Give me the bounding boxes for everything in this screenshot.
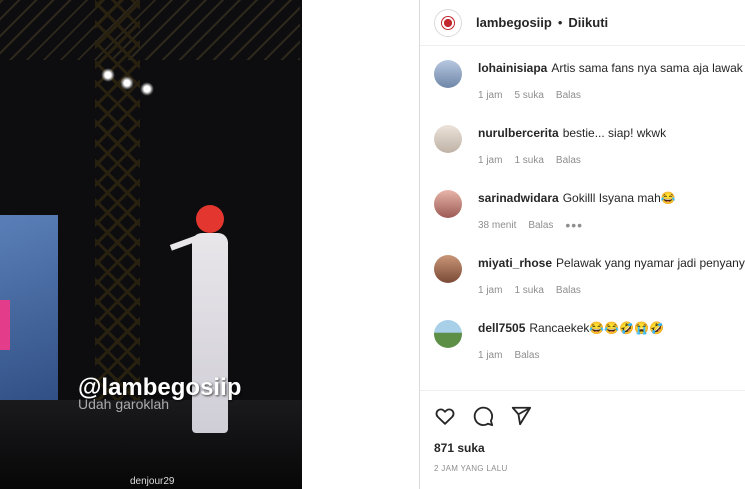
comment-text-row: miyati_rhose Pelawak yang nyamar jadi pen… [478,256,745,270]
post-action-bar: 871 suka 2 JAM YANG LALU [420,390,745,489]
send-icon[interactable] [510,405,532,427]
comment-item: miyati_rhose Pelawak yang nyamar jadi pen… [420,247,745,312]
comment-time: 38 menit [478,220,517,231]
stage-truss [95,0,140,420]
comment-text-row: sarinadwidara Gokilll Isyana mah😂 [478,191,745,205]
comments-list[interactable]: lohainisiapa Artis sama fans nya sama aja… [420,52,745,388]
comment-meta: 1 jam 1 suka Balas [478,155,581,166]
comment-meta: 1 jam 1 suka Balas [478,285,581,296]
action-icons [434,405,532,427]
instagram-post-view: @lambegosiip Udah garoklah denjour29 lam… [0,0,745,489]
stage-screen-accent [0,300,10,350]
video-caption-overlay: Udah garoklah [78,396,170,412]
video-credit: denjour29 [130,476,175,487]
comment-avatar[interactable] [434,190,462,218]
comment-reply-button[interactable]: Balas [556,90,581,101]
comment-text-row: nurulbercerita bestie... siap! wkwk [478,126,745,140]
comment-likes[interactable]: 1 suka [514,285,543,296]
heart-icon[interactable] [434,405,456,427]
header-separator: • [557,15,563,30]
comment-item: sarinadwidara Gokilll Isyana mah😂 38 meni… [420,182,745,247]
comment-text: bestie... siap! wkwk [562,126,667,140]
performer-hair [196,205,224,233]
comment-text: Artis sama fans nya sama aja lawak 🤣 [551,61,745,75]
comment-text: Rancaekek😂😂🤣😭🤣 [529,321,665,335]
stage-truss-top [0,0,300,60]
comment-time: 1 jam [478,285,503,296]
comment-icon[interactable] [472,405,494,427]
post-side-panel: lambegosiip • Diikuti lohainisiapa Artis … [420,0,745,489]
comment-meta: 1 jam Balas [478,350,539,361]
post-username[interactable]: lambegosiip [476,15,552,30]
comment-avatar[interactable] [434,60,462,88]
comment-likes[interactable]: 1 suka [514,155,543,166]
comment-item: lohainisiapa Artis sama fans nya sama aja… [420,52,745,117]
comment-text-row: lohainisiapa Artis sama fans nya sama aja… [478,61,745,75]
comment-item: dell7505 Rancaekek😂😂🤣😭🤣 1 jam Balas [420,312,745,377]
concert-video[interactable]: @lambegosiip Udah garoklah denjour29 [0,0,302,489]
comment-username[interactable]: dell7505 [478,321,525,335]
comment-avatar[interactable] [434,320,462,348]
more-options-icon[interactable]: ••• [565,218,583,232]
post-media[interactable]: @lambegosiip Udah garoklah denjour29 [0,0,302,489]
comment-time: 1 jam [478,155,503,166]
comment-reply-button[interactable]: Balas [514,350,539,361]
profile-avatar[interactable] [434,8,462,37]
comment-likes[interactable]: 5 suka [514,90,543,101]
comment-time: 1 jam [478,90,503,101]
post-timestamp: 2 JAM YANG LALU [434,464,508,473]
comment-item: nurulbercerita bestie... siap! wkwk 1 jam… [420,117,745,182]
comment-time: 1 jam [478,350,503,361]
stage-light [101,68,115,82]
stage-light [120,76,134,90]
comment-avatar[interactable] [434,125,462,153]
comment-avatar[interactable] [434,255,462,283]
post-header: lambegosiip • Diikuti [420,0,745,46]
comment-text-row: dell7505 Rancaekek😂😂🤣😭🤣 [478,321,745,335]
comment-reply-button[interactable]: Balas [556,285,581,296]
profile-logo-icon [441,15,455,30]
comment-meta: 1 jam 5 suka Balas [478,90,581,101]
comment-username[interactable]: sarinadwidara [478,191,559,205]
comment-text: Gokilll Isyana mah😂 [562,191,676,205]
stage-light [140,82,154,96]
performer-outfit [192,233,228,433]
media-background [302,0,420,489]
comment-username[interactable]: nurulbercerita [478,126,559,140]
comment-username[interactable]: lohainisiapa [478,61,547,75]
comment-meta: 38 menit Balas ••• [478,218,583,232]
comment-reply-button[interactable]: Balas [556,155,581,166]
likes-count[interactable]: 871 suka [434,441,485,455]
comment-username[interactable]: miyati_rhose [478,256,552,270]
comment-text: Pelawak yang nyamar jadi penyanyi [556,256,745,270]
follow-status-button[interactable]: Diikuti [568,15,608,30]
comment-reply-button[interactable]: Balas [528,220,553,231]
